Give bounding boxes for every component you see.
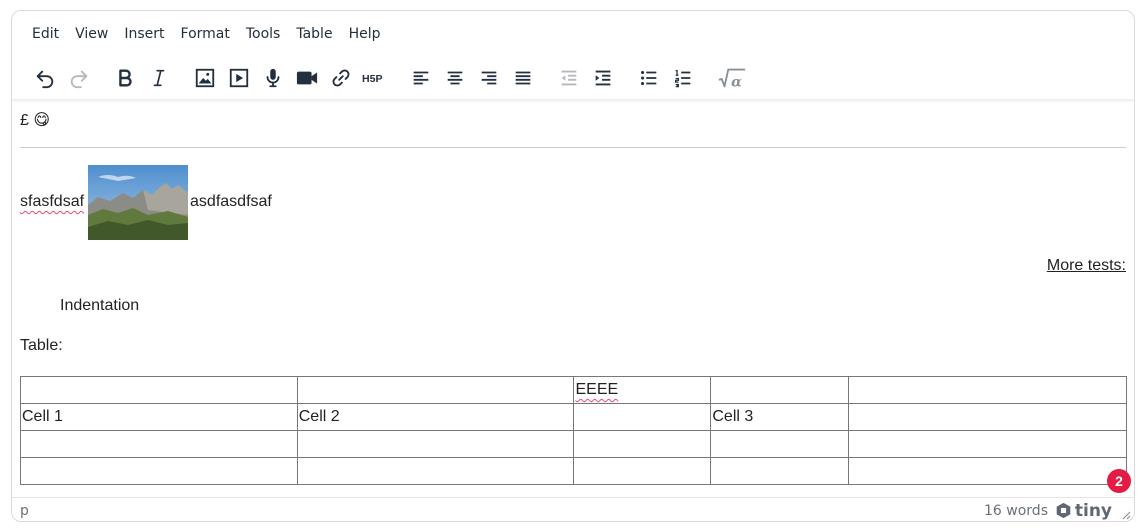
- menu-edit[interactable]: Edit: [24, 11, 67, 57]
- outdent-icon: [561, 70, 577, 86]
- table-cell[interactable]: [710, 430, 850, 458]
- align-center-button[interactable]: [438, 61, 472, 95]
- menu-format[interactable]: Format: [173, 11, 238, 57]
- table-cell[interactable]: [848, 376, 1127, 404]
- record-video-button[interactable]: [290, 61, 324, 95]
- bullet-list-icon: [641, 70, 657, 86]
- element-path[interactable]: p: [20, 503, 29, 519]
- currency-emoji-line: £ 😋: [20, 109, 50, 131]
- h5p-icon: H5P: [362, 73, 383, 85]
- table-cell[interactable]: [710, 376, 850, 404]
- image-icon: [195, 68, 215, 88]
- svg-text:α: α: [731, 74, 742, 90]
- link-button[interactable]: [324, 61, 358, 95]
- word-count[interactable]: 16 words: [984, 503, 1048, 519]
- misspelled-cell-text: EEEE: [575, 381, 619, 398]
- indent-icon: [595, 70, 611, 86]
- align-right-icon: [481, 71, 497, 85]
- table-cell[interactable]: [296, 430, 575, 458]
- emoji: 😋: [33, 110, 51, 129]
- h5p-button[interactable]: H5P: [358, 61, 392, 95]
- table-cell[interactable]: [573, 430, 712, 458]
- undo-icon: [36, 70, 54, 89]
- indent-button[interactable]: [586, 61, 620, 95]
- align-justify-icon: [515, 71, 531, 85]
- rich-text-editor: Edit View Insert Format Tools Table Help: [11, 10, 1135, 522]
- toolbar: H5P α: [12, 57, 1134, 99]
- media-icon: [229, 68, 249, 88]
- redo-icon: [70, 70, 88, 89]
- redo-button[interactable]: [62, 61, 96, 95]
- tiny-brand-label: tiny: [1074, 500, 1112, 521]
- table-cell[interactable]: [710, 457, 850, 485]
- table-cell[interactable]: Cell 3: [710, 403, 850, 431]
- media-button[interactable]: [222, 61, 256, 95]
- bold-button[interactable]: [108, 61, 142, 95]
- svg-text:H5P: H5P: [362, 73, 383, 85]
- undo-button[interactable]: [28, 61, 62, 95]
- table-cell[interactable]: [20, 457, 298, 485]
- italic-icon: [153, 69, 165, 87]
- table-cell[interactable]: [20, 376, 298, 404]
- indented-paragraph: Indentation: [60, 297, 140, 314]
- mountain-image[interactable]: [88, 164, 189, 240]
- table-row: Cell 1 Cell 2 Cell 3: [20, 403, 1127, 431]
- align-right-button[interactable]: [472, 61, 506, 95]
- bold-icon: [119, 69, 132, 87]
- table-row: [20, 457, 1127, 485]
- numbered-list-button[interactable]: [666, 61, 700, 95]
- table-row: [20, 430, 1127, 458]
- menu-help[interactable]: Help: [341, 11, 389, 57]
- microphone-icon: [266, 68, 280, 88]
- link-icon: [332, 69, 350, 87]
- menubar: Edit View Insert Format Tools Table Help: [12, 11, 1134, 57]
- table-cell[interactable]: Cell 1: [20, 403, 298, 431]
- table-cell[interactable]: [20, 430, 298, 458]
- menu-view[interactable]: View: [67, 11, 116, 57]
- video-camera-icon: [296, 71, 318, 85]
- outdent-button[interactable]: [552, 61, 586, 95]
- table-row: EEEE: [20, 376, 1127, 404]
- menu-tools[interactable]: Tools: [238, 11, 289, 57]
- equation-icon: α: [718, 68, 746, 90]
- table-cell[interactable]: [296, 376, 575, 404]
- notification-badge[interactable]: 2: [1107, 469, 1131, 493]
- align-center-icon: [447, 71, 463, 85]
- editor-content-area[interactable]: £ 😋 sfasfdsaf asdfasdfsaf More tests: In…: [12, 99, 1134, 497]
- image-paragraph: sfasfdsaf asdfasdfsaf: [20, 164, 272, 240]
- italic-button[interactable]: [142, 61, 176, 95]
- table-cell[interactable]: EEEE: [573, 376, 712, 404]
- statusbar: p 16 words tiny: [12, 497, 1134, 521]
- bullet-list-button[interactable]: [632, 61, 666, 95]
- horizontal-rule: [20, 147, 1126, 148]
- menu-insert[interactable]: Insert: [116, 11, 172, 57]
- misspelled-text: sfasfdsaf: [20, 193, 85, 210]
- table-cell[interactable]: Cell 2: [296, 403, 575, 431]
- table-cell[interactable]: [573, 403, 712, 431]
- resize-handle-icon[interactable]: [1121, 510, 1131, 520]
- menu-table[interactable]: Table: [288, 11, 340, 57]
- record-audio-button[interactable]: [256, 61, 290, 95]
- equation-button[interactable]: α: [712, 61, 752, 95]
- table-cell[interactable]: [296, 457, 575, 485]
- more-tests-link[interactable]: More tests:: [1047, 257, 1126, 275]
- align-left-button[interactable]: [404, 61, 438, 95]
- align-left-icon: [413, 71, 429, 85]
- tiny-brand[interactable]: tiny: [1055, 501, 1112, 521]
- align-justify-button[interactable]: [506, 61, 540, 95]
- table-cell[interactable]: [848, 430, 1127, 458]
- table-label: Table:: [20, 337, 63, 354]
- pound-text: £: [20, 112, 29, 129]
- text-after-image: asdfasdfsaf: [190, 193, 272, 210]
- content-table: EEEE Cell 1 Cell 2 Cell 3: [20, 376, 1127, 485]
- table-cell[interactable]: [848, 403, 1127, 431]
- table-cell[interactable]: [573, 457, 712, 485]
- image-button[interactable]: [188, 61, 222, 95]
- table-cell[interactable]: [848, 457, 1127, 485]
- tiny-logo-icon: [1056, 502, 1071, 519]
- numbered-list-icon: [675, 70, 691, 88]
